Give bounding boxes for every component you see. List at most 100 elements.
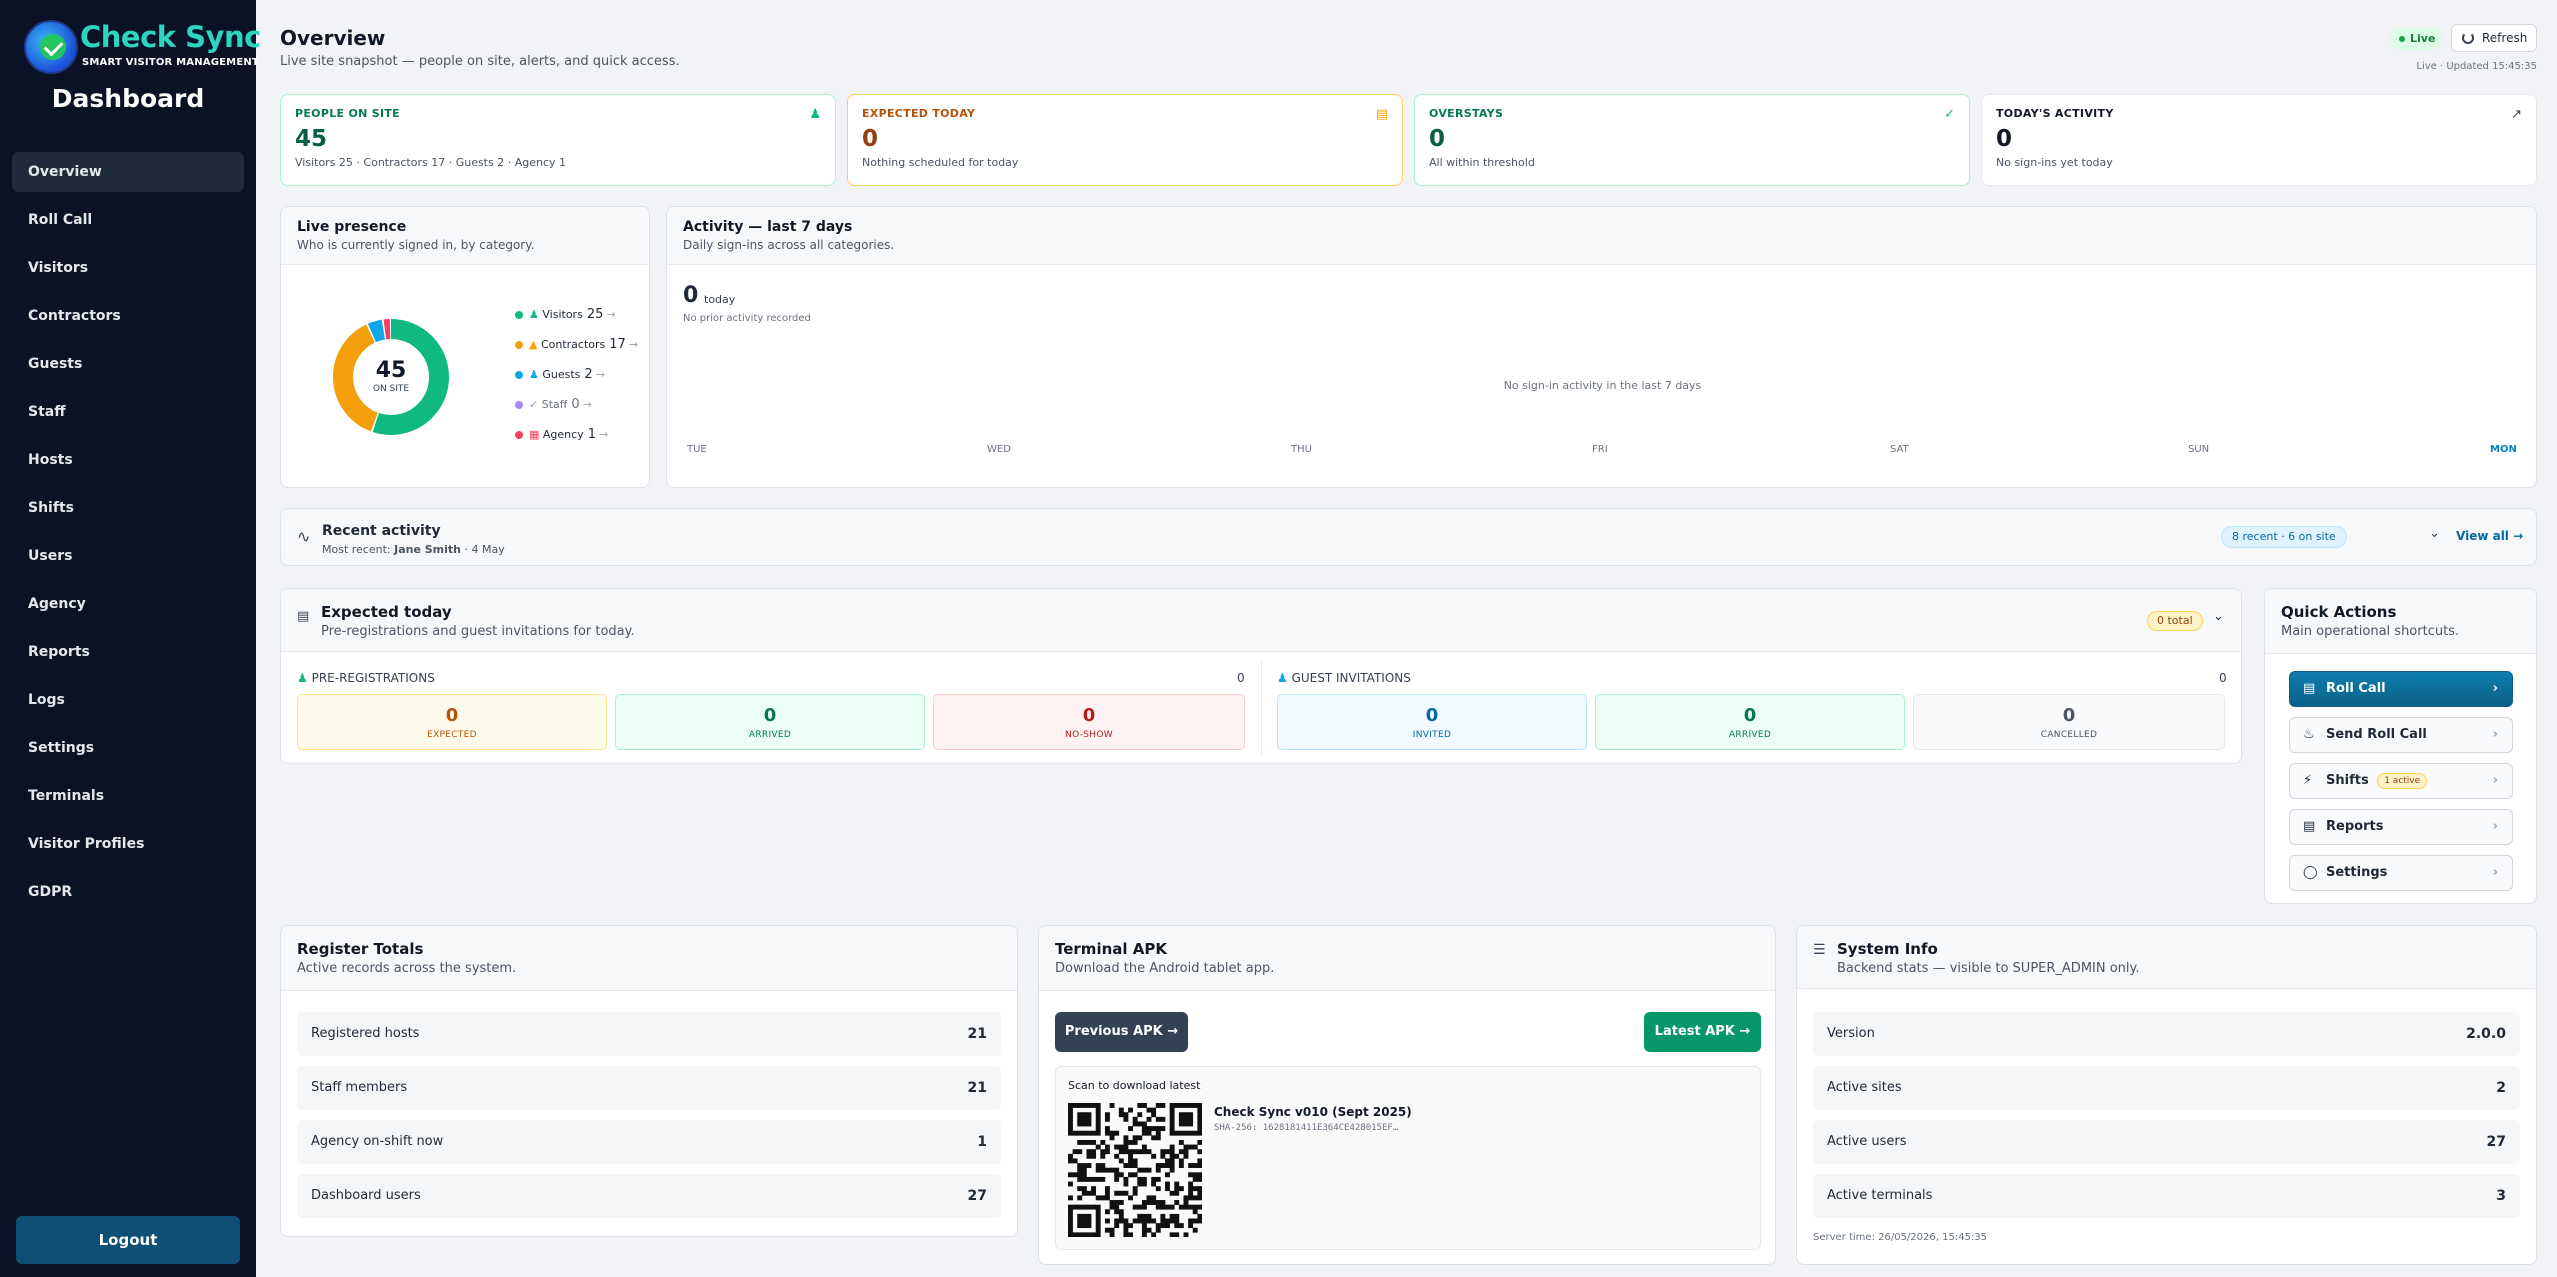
sidebar-item-shifts[interactable]: Shifts (12, 488, 244, 528)
sidebar-item-users[interactable]: Users (12, 536, 244, 576)
qr-module (1095, 1163, 1101, 1168)
legend-contractors[interactable]: ▲ Contractors 17 → (515, 337, 638, 357)
qr-module (1086, 1204, 1092, 1210)
brand-logo[interactable]: Check Sync SMART VISITOR MANAGEMENT (24, 20, 261, 74)
sidebar-item-visitor-profiles[interactable]: Visitor Profiles (12, 824, 244, 864)
qr-module (1137, 1103, 1143, 1108)
qr-module (1169, 1167, 1175, 1173)
stat-todays-activity[interactable]: TODAY'S ACTIVITY 0 No sign-ins yet today… (1981, 94, 2537, 186)
day-label: SUN (2188, 444, 2210, 455)
most-recent-name: Jane Smith (394, 543, 462, 556)
chevron-down-icon[interactable]: ⌄ (2429, 526, 2440, 541)
legend-staff[interactable]: ✓ Staff 0 → (515, 397, 592, 417)
clipboard-icon: ▤ (2303, 681, 2316, 696)
qr-module (1178, 1139, 1184, 1145)
sidebar-item-terminals[interactable]: Terminals (12, 776, 244, 816)
tile-invited[interactable]: 0 INVITED (1277, 694, 1587, 750)
stat-value: 0 (862, 126, 879, 152)
quick-reports-button[interactable]: ▤ Reports › (2289, 809, 2513, 845)
stat-overstays[interactable]: OVERSTAYS 0 All within threshold ✓ (1414, 94, 1970, 186)
legend-value: 25 (586, 307, 604, 322)
latest-apk-button[interactable]: Latest APK → (1644, 1012, 1761, 1052)
sidebar-item-reports[interactable]: Reports (12, 632, 244, 672)
qr-module (1183, 1153, 1189, 1159)
qr-module (1086, 1213, 1092, 1219)
legend-visitors[interactable]: ♟ Visitors 25 → (515, 307, 616, 327)
qr-module (1095, 1107, 1101, 1113)
qr-module (1146, 1126, 1152, 1132)
presence-donut[interactable]: 45 ON SITE (331, 317, 451, 437)
sidebar-item-logs[interactable]: Logs (12, 680, 244, 720)
card-title: Register Totals (297, 940, 424, 958)
row-value: 3 (2496, 1188, 2506, 1204)
sysinfo-row: Version 2.0.0 (1813, 1012, 2520, 1056)
qr-module (1160, 1149, 1166, 1155)
qr-module (1192, 1163, 1198, 1168)
qr-module (1123, 1135, 1129, 1141)
sidebar-item-settings[interactable]: Settings (12, 728, 244, 768)
tile-arrived[interactable]: 0 ARRIVED (615, 694, 925, 750)
chevron-down-icon[interactable]: ⌄ (2213, 609, 2224, 624)
view-all-link[interactable]: View all → (2456, 529, 2523, 543)
qr-module (1114, 1167, 1120, 1173)
card-header: Live presence Who is currently signed in… (281, 207, 649, 265)
apk-qr-code[interactable] (1068, 1103, 1202, 1237)
sidebar-item-staff[interactable]: Staff (12, 392, 244, 432)
qr-module (1077, 1130, 1083, 1136)
live-badge: Live (2390, 28, 2442, 50)
tile-value: 0 (1082, 705, 1096, 726)
sidebar-item-agency[interactable]: Agency (12, 584, 244, 624)
qr-module (1137, 1213, 1143, 1219)
quick-send-roll-call-button[interactable]: ♨ Send Roll Call › (2289, 717, 2513, 753)
quick-settings-button[interactable]: ◯ Settings › (2289, 855, 2513, 891)
qr-module (1183, 1149, 1189, 1155)
legend-guests[interactable]: ♟ Guests 2 → (515, 367, 605, 387)
qr-module (1077, 1149, 1083, 1155)
last-updated: Live · Updated 15:45:35 (2416, 61, 2537, 72)
qr-module (1132, 1116, 1138, 1122)
qr-module (1141, 1227, 1147, 1233)
qr-module (1123, 1181, 1129, 1187)
qr-module (1165, 1158, 1170, 1164)
sidebar-item-gdpr[interactable]: GDPR (12, 872, 244, 912)
activity-today-label: today (704, 293, 736, 306)
qr-module (1104, 1186, 1110, 1192)
qr-module (1178, 1186, 1184, 1192)
qr-module (1169, 1232, 1175, 1237)
qr-module (1114, 1144, 1120, 1150)
card-subtitle: Active records across the system. (297, 961, 517, 976)
activity-prior: No prior activity recorded (683, 313, 811, 324)
arrow-right-icon: → (1167, 1024, 1179, 1039)
tile-arrived[interactable]: 0 ARRIVED (1595, 694, 1905, 750)
qr-module (1068, 1232, 1073, 1237)
stat-people-on-site[interactable]: PEOPLE ON SITE 45 Visitors 25 · Contract… (280, 94, 836, 186)
recent-activity-bar[interactable]: ∿ Recent activity Most recent: Jane Smit… (280, 508, 2537, 566)
sidebar-item-contractors[interactable]: Contractors (12, 296, 244, 336)
sidebar-item-overview[interactable]: Overview (12, 152, 244, 192)
tile-value: 0 (1743, 705, 1757, 726)
qr-module (1128, 1232, 1133, 1237)
qr-module (1091, 1139, 1097, 1145)
quick-shifts-button[interactable]: ⚡ Shifts 1 active › (2289, 763, 2513, 799)
legend-agency[interactable]: ▦ Agency 1 → (515, 427, 608, 447)
qr-module (1077, 1121, 1083, 1127)
sidebar-item-roll-call[interactable]: Roll Call (12, 200, 244, 240)
sidebar-item-visitors[interactable]: Visitors (12, 248, 244, 288)
tile-cancelled[interactable]: 0 CANCELLED (1913, 694, 2225, 750)
logout-button[interactable]: Logout (16, 1216, 240, 1264)
stat-sub: All within threshold (1429, 156, 1535, 169)
sidebar-item-guests[interactable]: Guests (12, 344, 244, 384)
sidebar-item-hosts[interactable]: Hosts (12, 440, 244, 480)
qr-module (1100, 1149, 1106, 1155)
previous-apk-button[interactable]: Previous APK → (1055, 1012, 1188, 1052)
qr-module (1077, 1163, 1083, 1168)
recent-title: Recent activity (322, 523, 441, 539)
tile-expected[interactable]: 0 EXPECTED (297, 694, 607, 750)
badge-check-icon: ✓ (529, 398, 539, 411)
tile-no-show[interactable]: 0 NO-SHOW (933, 694, 1245, 750)
stat-expected-today[interactable]: EXPECTED TODAY 0 Nothing scheduled for t… (847, 94, 1403, 186)
refresh-button[interactable]: Refresh (2451, 24, 2537, 52)
quick-roll-call-button[interactable]: ▤ Roll Call › (2289, 671, 2513, 707)
qr-module (1072, 1172, 1078, 1178)
qr-module (1137, 1218, 1143, 1224)
